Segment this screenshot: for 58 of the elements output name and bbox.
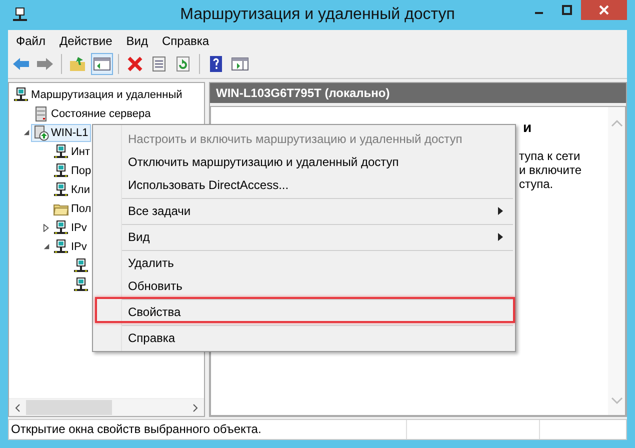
forward-arrow-icon [36,56,54,72]
tree-item[interactable]: Пор [51,162,94,180]
computer-icon [53,182,69,198]
computer-icon [73,258,89,274]
tree-item[interactable]: IPv [51,238,90,256]
expanded-arrow-icon[interactable] [42,243,50,250]
tree-item[interactable]: Состояние сервера [31,104,154,122]
close-button[interactable] [581,0,627,20]
computer-icon [53,220,69,236]
console-tree-icon [93,56,111,72]
toolbar-button[interactable] [91,53,113,75]
collapsed-arrow-icon[interactable] [42,224,50,232]
context-menu-item[interactable]: Использовать DirectAccess... [95,173,515,196]
status-text: Открытие окна свойств выбранного объекта. [10,421,262,438]
properties-icon [150,56,168,72]
computer-icon [53,238,69,254]
window-title: Маршрутизация и удаленный доступ [180,6,455,24]
menu-item[interactable]: Вид [120,33,154,49]
server-icon [33,124,49,140]
folder-up-icon [69,56,87,72]
expanded-arrow-icon[interactable] [22,129,30,136]
submenu-arrow-icon [498,232,503,240]
details-text: и включите [519,163,583,177]
tree-item[interactable]: Пол [51,200,94,218]
scrollbar-thumb[interactable] [26,400,112,415]
context-menu-item[interactable]: Обновить [95,274,515,297]
scroll-right-icon[interactable] [193,404,198,412]
submenu-arrow-icon [498,206,503,214]
tree-item[interactable]: Инт [51,142,94,160]
scroll-left-icon[interactable] [15,404,20,412]
computer-icon [53,144,69,160]
maximize-icon [562,5,572,15]
horizontal-scrollbar[interactable] [9,398,204,416]
server-icon [33,106,49,122]
menu-item[interactable]: Файл [10,33,52,49]
computer-icon [53,162,69,178]
computer-icon [13,86,29,102]
action-pane-icon [231,56,249,72]
tree-item[interactable]: WIN-L1 [31,124,92,142]
app-icon [12,7,28,23]
delete-icon [126,56,144,72]
menu-item[interactable]: Справка [156,33,216,49]
context-menu-item[interactable]: Свойства [95,297,515,323]
back-arrow-icon [12,56,30,72]
computer-icon [73,276,89,292]
tree-item[interactable]: Маршрутизация и удаленный [11,86,186,104]
details-text: ступа. [519,177,554,191]
details-heading: и [523,119,533,135]
tree-item[interactable]: IPv [51,218,90,236]
close-icon [599,5,609,15]
tree-item[interactable]: Кли [51,180,93,198]
help-icon [207,56,225,72]
details-header: WIN-L103G6T795T (локально) [210,83,626,103]
context-menu-item[interactable]: Отключить маршрутизацию и удаленный доступ [95,150,515,173]
refresh-icon [174,56,192,72]
menu-item[interactable]: Действие [54,33,118,49]
minimize-icon [534,12,542,14]
details-text: тупа к сети [519,149,582,163]
